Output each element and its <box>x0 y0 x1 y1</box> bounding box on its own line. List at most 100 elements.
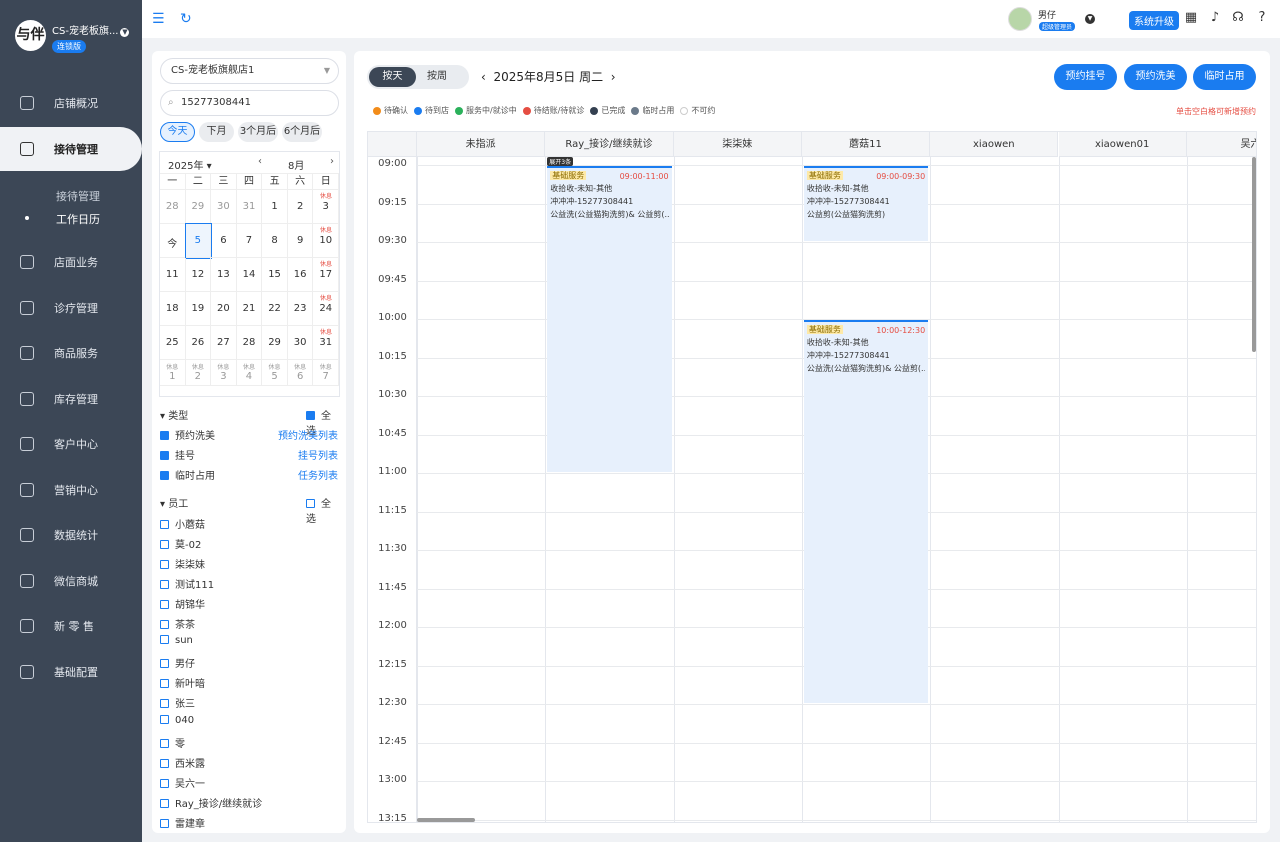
staff-filter-row[interactable]: 莫-02 <box>160 536 201 551</box>
staff-filter-row[interactable]: 吴六一 <box>160 775 205 790</box>
calendar-day[interactable]: 30 <box>211 190 237 224</box>
calendar-day[interactable]: 休息 4 <box>236 360 263 386</box>
calendar-day[interactable]: 27 <box>211 326 237 360</box>
calendar-day[interactable]: 29 <box>262 326 288 360</box>
collapse-icon[interactable]: ▾ <box>160 411 165 422</box>
nav-item-store-business[interactable]: 店面业务 <box>0 240 142 284</box>
checkbox[interactable] <box>160 679 169 689</box>
calendar-icon[interactable]: ▦ <box>1183 10 1199 26</box>
type-filter-row[interactable]: 预约洗美 预约洗美列表 <box>160 427 338 442</box>
calendar-day[interactable]: 休息 7 <box>313 360 339 386</box>
checkbox[interactable] <box>160 539 169 549</box>
calendar-day[interactable]: 24 休息 <box>313 292 339 326</box>
day-view-button[interactable]: 按天 <box>369 67 416 87</box>
staff-filter-row[interactable]: 小蘑菇 <box>160 516 205 531</box>
staff-filter-row[interactable]: 茶茶 <box>160 616 195 631</box>
refresh-icon[interactable]: ↻ <box>180 11 192 27</box>
schedule-grid[interactable]: 未指派Ray_接诊/继续就诊柒柒妹蘑菇11xiaowenxiaowen01吴六 0… <box>367 131 1257 823</box>
calendar-day[interactable]: 15 <box>262 258 288 292</box>
calendar-day[interactable]: 31 休息 <box>313 326 339 360</box>
calendar-day[interactable]: 13 <box>211 258 237 292</box>
calendar-day[interactable]: 11 <box>160 258 186 292</box>
search-input[interactable]: ⌕ 15277308441 <box>160 90 339 116</box>
upgrade-button[interactable]: 系统升级 <box>1129 11 1179 30</box>
collapse-icon[interactable]: ▾ <box>160 499 165 510</box>
next-month-icon[interactable]: › <box>330 156 334 167</box>
nav-item-goods[interactable]: 商品服务 <box>0 331 142 375</box>
checkbox[interactable] <box>160 778 169 788</box>
checkbox[interactable] <box>160 431 169 440</box>
checkbox[interactable] <box>306 499 315 508</box>
appointment-card[interactable]: 基础服务 09:00-11:00 收拾收-未知-其他 冲冲冲-15277308441 公… <box>547 166 672 472</box>
calendar-day[interactable]: 休息 6 <box>287 360 314 386</box>
nav-item-inventory[interactable]: 库存管理 <box>0 377 142 421</box>
staff-select-all[interactable]: 全选 <box>306 495 338 525</box>
calendar-day[interactable]: 今 <box>160 224 186 258</box>
chevron-down-icon[interactable]: ▼ <box>1085 14 1095 24</box>
calendar-day[interactable]: 19 <box>185 292 212 326</box>
avatar[interactable] <box>1008 7 1032 31</box>
checkbox[interactable] <box>160 758 169 768</box>
nav-item-wechat[interactable]: 微信商城 <box>0 559 142 603</box>
checkbox[interactable] <box>160 559 169 569</box>
type-list-link[interactable]: 挂号列表 <box>298 447 338 462</box>
calendar-day[interactable]: 7 <box>236 224 263 258</box>
checkbox[interactable] <box>160 738 169 748</box>
nav-item-reception[interactable]: 接待管理 <box>0 127 142 171</box>
checkbox[interactable] <box>160 599 169 609</box>
calendar-day[interactable]: 18 <box>160 292 186 326</box>
staff-filter-row[interactable]: Ray_接诊/继续就诊 <box>160 795 262 810</box>
calendar-day[interactable]: 6 <box>211 224 237 258</box>
checkbox[interactable] <box>160 635 169 645</box>
staff-filter-row[interactable]: sun <box>160 635 193 646</box>
calendar-day[interactable]: 28 <box>160 190 186 224</box>
checkbox[interactable] <box>306 411 315 420</box>
staff-filter-row[interactable]: 柒柒妹 <box>160 556 205 571</box>
checkbox[interactable] <box>160 798 169 808</box>
checkbox[interactable] <box>160 471 169 480</box>
calendar-day[interactable]: 28 <box>236 326 263 360</box>
today-button[interactable]: 今天 <box>160 122 195 142</box>
calendar-day[interactable]: 21 <box>236 292 263 326</box>
book-grooming-button[interactable]: 预约洗美 <box>1124 64 1187 90</box>
calendar-day[interactable]: 23 <box>287 292 314 326</box>
staff-filter-row[interactable]: 男仔 <box>160 655 195 670</box>
calendar-day[interactable]: 22 <box>262 292 288 326</box>
prev-day-icon[interactable]: ‹ <box>481 70 486 84</box>
calendar-day[interactable]: 3 休息 <box>313 190 339 224</box>
staff-filter-row[interactable]: 西米露 <box>160 755 205 770</box>
checkbox[interactable] <box>160 520 169 529</box>
year-select[interactable]: 2025年 ▾ <box>168 157 212 172</box>
staff-filter-row[interactable]: 新叶暗 <box>160 675 205 690</box>
staff-filter-row[interactable]: 雷建章 <box>160 815 205 830</box>
calendar-day[interactable]: 20 <box>211 292 237 326</box>
six-months-button[interactable]: 6个月后 <box>282 122 322 142</box>
checkbox[interactable] <box>160 818 169 828</box>
menu-icon[interactable]: ☰ <box>152 11 165 27</box>
expand-button[interactable]: 展开3条 <box>547 157 574 166</box>
next-day-icon[interactable]: › <box>611 70 616 84</box>
temp-occupy-button[interactable]: 临时占用 <box>1193 64 1256 90</box>
prev-month-icon[interactable]: ‹ <box>258 156 262 167</box>
checkbox[interactable] <box>160 451 169 460</box>
shop-switcher[interactable]: CS-宠老板旗... ▼ <box>52 22 130 37</box>
calendar-day[interactable]: 1 <box>262 190 288 224</box>
staff-filter-row[interactable]: 测试111 <box>160 576 214 591</box>
nav-item-config[interactable]: 基础配置 <box>0 650 142 694</box>
calendar-day[interactable]: 26 <box>185 326 212 360</box>
calendar-day[interactable]: 14 <box>236 258 263 292</box>
subnav-work-calendar[interactable]: 工作日历 <box>56 211 100 227</box>
checkbox[interactable] <box>160 715 169 724</box>
type-filter-row[interactable]: 挂号 挂号列表 <box>160 447 338 462</box>
vertical-scrollbar[interactable] <box>1252 157 1256 352</box>
checkbox[interactable] <box>160 699 169 709</box>
calendar-day[interactable]: 休息 2 <box>185 360 212 386</box>
calendar-day[interactable]: 9 <box>287 224 314 258</box>
calendar-day[interactable]: 10 休息 <box>313 224 339 258</box>
headset-icon[interactable]: ☊ <box>1230 10 1246 26</box>
calendar-day[interactable]: 休息 3 <box>211 360 237 386</box>
subnav-reception[interactable]: 接待管理 <box>56 188 100 204</box>
nav-item-store-overview[interactable]: 店铺概况 <box>0 81 142 125</box>
calendar-day[interactable]: 5 <box>184 223 213 259</box>
calendar-day[interactable]: 休息 1 <box>160 360 186 386</box>
